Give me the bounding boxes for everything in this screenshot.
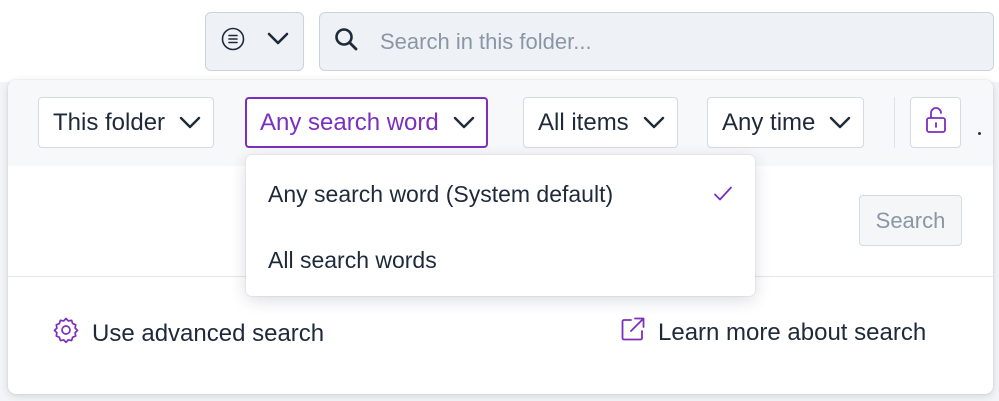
unlock-icon bbox=[925, 106, 947, 139]
advanced-search-label: Use advanced search bbox=[92, 319, 325, 347]
chevron-down-icon bbox=[179, 109, 201, 137]
search-icon bbox=[334, 27, 358, 56]
chevron-down-icon bbox=[267, 32, 289, 51]
time-dropdown-label: Any time bbox=[722, 108, 816, 136]
chevron-down-icon bbox=[829, 109, 851, 137]
chevron-down-icon bbox=[643, 109, 665, 137]
advanced-search-link[interactable]: Use advanced search bbox=[52, 316, 324, 351]
match-dropdown-menu: Any search word (System default) All sea… bbox=[246, 155, 755, 296]
search-button[interactable]: Search bbox=[859, 195, 962, 246]
chevron-down-icon bbox=[453, 109, 475, 137]
menu-item-any-search-word[interactable]: Any search word (System default) bbox=[246, 163, 755, 225]
menu-item-all-search-words[interactable]: All search words bbox=[246, 229, 755, 291]
item-type-dropdown[interactable]: All items bbox=[523, 97, 678, 148]
scope-dropdown-label: This folder bbox=[53, 108, 166, 136]
learn-more-link[interactable]: Learn more about search bbox=[620, 316, 926, 349]
checkmark-icon bbox=[713, 181, 733, 208]
menu-item-label: All search words bbox=[268, 246, 437, 273]
list-circle-icon bbox=[221, 27, 245, 56]
filter-separator bbox=[894, 97, 895, 148]
gear-icon bbox=[52, 316, 80, 351]
learn-more-label: Learn more about search bbox=[658, 318, 927, 346]
time-dropdown[interactable]: Any time bbox=[707, 97, 865, 148]
item-type-dropdown-label: All items bbox=[538, 108, 629, 136]
search-field[interactable] bbox=[319, 12, 994, 71]
scope-dropdown[interactable]: This folder bbox=[38, 97, 215, 148]
lock-filters-button[interactable] bbox=[910, 97, 961, 148]
overflow-dot bbox=[978, 132, 981, 135]
menu-item-label: Any search word (System default) bbox=[268, 180, 614, 207]
external-link-icon bbox=[620, 316, 646, 349]
match-dropdown-label: Any search word bbox=[260, 108, 439, 136]
view-mode-button[interactable] bbox=[205, 12, 304, 71]
match-dropdown[interactable]: Any search word bbox=[245, 97, 488, 148]
search-input[interactable] bbox=[380, 28, 980, 55]
